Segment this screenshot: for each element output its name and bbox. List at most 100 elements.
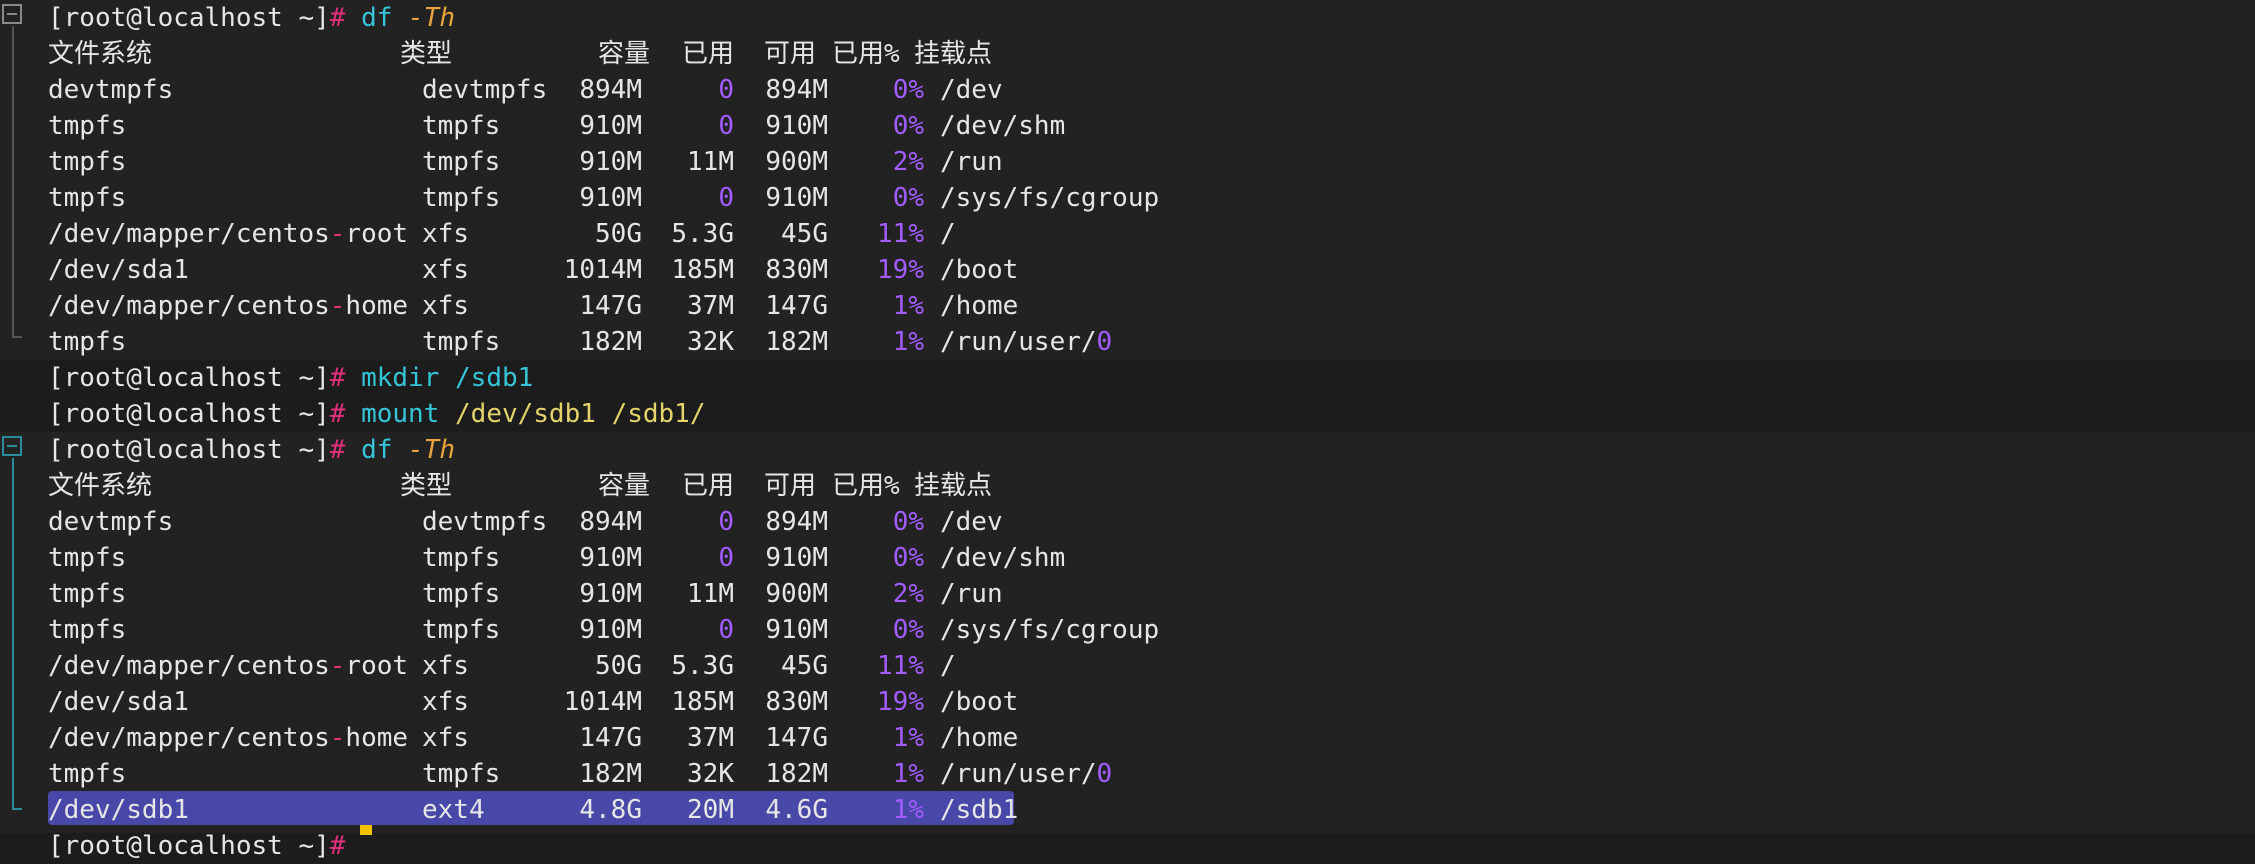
header-mounted-on: 挂载点 [914, 39, 993, 69]
cell-use-percent: 0% [892, 75, 924, 105]
text-cursor [360, 825, 372, 835]
cell-size: 1014M [563, 687, 642, 717]
header-avail: 可用 [764, 471, 817, 501]
cell-avail: 894M [765, 507, 828, 537]
header-used: 已用 [682, 471, 735, 501]
cell-size: 4.8G [579, 795, 642, 825]
cell-filesystem: devtmpfs [48, 507, 174, 537]
command-line-1: [root@localhost ~]# df -Th [48, 0, 455, 36]
command-line-3: [root@localhost ~]# mount /dev/sdb1 /sdb… [48, 396, 705, 432]
cell-mounted-on: /dev [940, 75, 1003, 105]
cell-type: xfs [422, 651, 469, 681]
cell-avail: 182M [765, 327, 828, 357]
table-row: /dev/sdb1 ext4 4.8G 20M 4.6G 1% /sdb1 [48, 792, 1048, 828]
fold-toggle-icon[interactable] [2, 4, 22, 24]
header-size: 容量 [598, 39, 651, 69]
table-row: /dev/mapper/centos-home xfs 147G 37M 147G 1% /… [48, 720, 1048, 756]
cell-filesystem: devtmpfs [48, 75, 174, 105]
table-row: tmpfs tmpfs 182M 32K 182M 1% /run/user/0 [48, 756, 1112, 792]
header-filesystem: 文件系统 [48, 471, 153, 501]
cell-mounted-on: /sys/fs/cgroup [940, 183, 1160, 213]
cell-used: 5.3G [671, 219, 734, 249]
cell-size: 910M [579, 543, 642, 573]
cell-type: tmpfs [422, 183, 501, 213]
cell-avail: 147G [765, 723, 828, 753]
table-header: 文件系统 类型 容量 已用 可用 已用% 挂载点 [48, 36, 1048, 72]
cell-avail: 894M [765, 75, 828, 105]
fold-toggle-icon[interactable] [2, 436, 22, 456]
cell-size: 894M [579, 75, 642, 105]
prompt-text: [root@localhost ~] [48, 435, 330, 465]
table-row: /dev/mapper/centos-root xfs 50G 5.3G 45G 11% / [48, 216, 1048, 252]
header-size: 容量 [598, 471, 651, 501]
table-header: 文件系统 类型 容量 已用 可用 已用% 挂载点 [48, 468, 1048, 504]
cell-use-percent: 19% [877, 255, 924, 285]
table-row: tmpfs tmpfs 910M 0 910M 0% /sys/fs/cgroup [48, 612, 1159, 648]
cell-size: 1014M [563, 255, 642, 285]
table-row: tmpfs tmpfs 910M 0 910M 0% /dev/shm [48, 540, 1065, 576]
cell-used: 0 [718, 507, 734, 537]
table-row: devtmpfs devtmpfs 894M 0 894M 0% /dev [48, 72, 1048, 108]
cell-use-percent: 19% [877, 687, 924, 717]
cell-mounted-on: /sys/fs/cgroup [940, 615, 1160, 645]
cell-use-percent: 1% [892, 723, 924, 753]
cell-filesystem: /dev/sdb1 [48, 795, 189, 825]
cell-filesystem: tmpfs [48, 327, 127, 357]
cell-size: 910M [579, 615, 642, 645]
table-row: /dev/mapper/centos-home xfs 147G 37M 147G 1% /… [48, 288, 1048, 324]
command-mount: mount [361, 399, 440, 429]
cell-avail: 830M [765, 687, 828, 717]
cell-size: 182M [579, 759, 642, 789]
cell-use-percent: 0% [892, 507, 924, 537]
header-type: 类型 [400, 471, 453, 501]
cell-used: 5.3G [671, 651, 734, 681]
cell-type: tmpfs [422, 615, 501, 645]
header-mounted-on: 挂载点 [914, 471, 993, 501]
cell-used: 185M [671, 687, 734, 717]
cell-type: tmpfs [422, 327, 501, 357]
gutter-line [12, 458, 14, 808]
cell-size: 910M [579, 147, 642, 177]
command-df: df [361, 435, 393, 465]
cell-mounted-on: / [940, 651, 956, 681]
table-row: tmpfs tmpfs 910M 11M 900M 2% /run [48, 144, 1048, 180]
terminal-window[interactable]: [root@localhost ~]# df -Th 文件系统 类型 容量 已用 可用 已用… [0, 0, 2255, 861]
cell-avail: 45G [781, 219, 828, 249]
cell-avail: 900M [765, 147, 828, 177]
cell-filesystem: /dev/mapper/centos-home [48, 723, 409, 753]
cell-use-percent: 1% [892, 291, 924, 321]
cell-use-percent: 1% [892, 759, 924, 789]
cell-mounted-on: /boot [940, 687, 1019, 717]
gutter-end [12, 808, 22, 810]
cell-mounted-on: /run [940, 147, 1003, 177]
cell-used: 0 [718, 111, 734, 141]
cell-avail: 910M [765, 183, 828, 213]
cell-used: 0 [718, 75, 734, 105]
cell-avail: 900M [765, 579, 828, 609]
cell-type: tmpfs [422, 147, 501, 177]
cell-avail: 147G [765, 291, 828, 321]
cell-filesystem: tmpfs [48, 543, 127, 573]
cell-size: 50G [595, 651, 642, 681]
cell-avail: 4.6G [765, 795, 828, 825]
header-avail: 可用 [764, 39, 817, 69]
command-flag: -Th [408, 3, 456, 33]
table-row: /dev/sda1 xfs 1014M 185M 830M 19% /boot [48, 684, 1048, 720]
header-type: 类型 [400, 39, 453, 69]
cell-use-percent: 2% [892, 579, 924, 609]
cell-mounted-on: /run [940, 579, 1003, 609]
cell-filesystem: /dev/mapper/centos-root [48, 651, 409, 681]
gutter-end [12, 336, 22, 338]
cell-use-percent: 0% [892, 111, 924, 141]
command-df: df [361, 3, 393, 33]
cell-filesystem: /dev/sda1 [48, 255, 189, 285]
cell-size: 147G [579, 723, 642, 753]
cell-used: 37M [687, 291, 734, 321]
cell-size: 147G [579, 291, 642, 321]
header-use-percent: 已用% [832, 471, 900, 501]
cell-type: tmpfs [422, 111, 501, 141]
cell-mounted-on: /home [940, 291, 1019, 321]
cell-filesystem: /dev/sda1 [48, 687, 189, 717]
cell-size: 894M [579, 507, 642, 537]
prompt-text: [root@localhost ~] [48, 363, 330, 393]
